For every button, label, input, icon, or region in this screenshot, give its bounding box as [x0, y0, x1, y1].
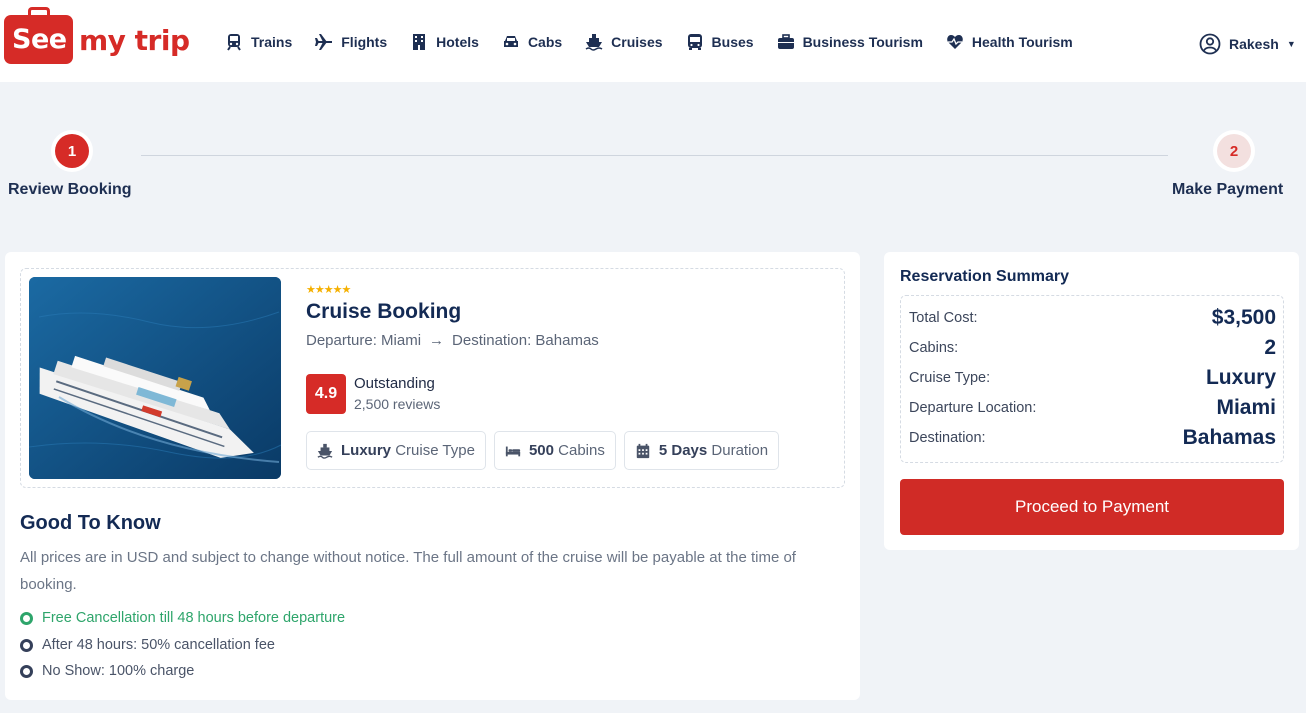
briefcase-icon — [777, 34, 794, 49]
booking-card: ★★★★★ Cruise Booking Departure: Miami → … — [5, 252, 860, 700]
bed-icon — [505, 446, 521, 456]
hotel-icon — [413, 34, 426, 50]
chevron-down-icon: ▼ — [1286, 39, 1296, 49]
star-rating: ★★★★★ — [306, 284, 351, 296]
route: Departure: Miami → Destination: Bahamas — [306, 332, 599, 349]
nav-label: Hotels — [436, 34, 479, 50]
nav-item-buses[interactable]: Buses — [686, 33, 754, 51]
nav-label: Flights — [341, 34, 388, 50]
good-to-know-text: All prices are in USD and subject to cha… — [20, 549, 796, 593]
car-icon — [503, 36, 518, 47]
summary-title: Reservation Summary — [900, 268, 1069, 285]
nav-item-trains[interactable]: Trains — [225, 33, 292, 51]
policy-text: No Show: 100% charge — [42, 663, 195, 679]
logo[interactable]: See my trip — [4, 7, 190, 67]
main-nav: Trains Flights Hotels Cabs Cruises Buses… — [225, 33, 1096, 51]
nav-item-business-tourism[interactable]: Business Tourism — [777, 33, 923, 51]
heart-pulse-icon — [947, 35, 963, 49]
rating-badge: 4.9 — [306, 374, 346, 414]
summary-row-departure: Departure Location: Miami — [909, 396, 1276, 420]
bus-icon — [687, 34, 702, 50]
user-name: Rakesh — [1229, 36, 1279, 52]
nav-label: Cabs — [527, 34, 563, 50]
booking-title: Cruise Booking — [306, 300, 462, 323]
summary-label: Cruise Type: — [909, 370, 991, 386]
summary-label: Total Cost: — [909, 310, 978, 326]
policy-text: Free Cancellation till 48 hours before d… — [42, 610, 346, 626]
good-to-know-title: Good To Know — [20, 512, 161, 534]
summary-value: Bahamas — [1182, 426, 1276, 449]
nav-item-flights[interactable]: Flights — [315, 33, 387, 51]
nav-label: Buses — [711, 34, 754, 50]
summary-details: Total Cost: $3,500 Cabins: 2 Cruise Type… — [900, 295, 1284, 463]
logo-see-text: See — [12, 24, 67, 55]
summary-value: Miami — [1216, 396, 1276, 419]
feature-chip-cabins: 500 Cabins — [493, 431, 616, 470]
review-count: 2,500 reviews — [354, 396, 441, 412]
feature-label: Cruise Type — [395, 442, 475, 459]
check-dot-icon — [20, 611, 33, 625]
summary-row-destination: Destination: Bahamas — [909, 426, 1276, 450]
feature-chip-cruise-type: Luxury Cruise Type — [306, 431, 486, 470]
train-icon — [227, 34, 241, 51]
step-2-label: Make Payment — [1172, 181, 1284, 198]
booking-details: ★★★★★ Cruise Booking Departure: Miami → … — [20, 268, 845, 488]
summary-value: $3,500 — [1211, 306, 1276, 329]
policy-text: After 48 hours: 50% cancellation fee — [42, 637, 275, 653]
policy-item: Free Cancellation till 48 hours before d… — [20, 610, 345, 626]
plane-icon — [315, 34, 333, 50]
proceed-to-payment-button[interactable]: Proceed to Payment — [900, 479, 1284, 535]
user-icon — [1199, 33, 1221, 55]
nav-item-cruises[interactable]: Cruises — [585, 33, 663, 51]
stepper-line — [141, 155, 1168, 156]
bullet-dot-icon — [20, 664, 33, 678]
feature-chip-duration: 5 Days Duration — [623, 431, 780, 470]
booking-features: Luxury Cruise Type 500 Cabins 5 Days Dur… — [306, 431, 780, 470]
cruise-ship-image — [29, 277, 281, 479]
reservation-summary-card: Reservation Summary Total Cost: $3,500 C… — [884, 252, 1299, 550]
summary-row-cruise-type: Cruise Type: Luxury — [909, 366, 1276, 390]
summary-label: Departure Location: — [909, 400, 1037, 416]
summary-row-cabins: Cabins: 2 — [909, 336, 1276, 360]
summary-row-total-cost: Total Cost: $3,500 — [909, 306, 1276, 330]
nav-label: Business Tourism — [802, 34, 923, 50]
nav-item-health-tourism[interactable]: Health Tourism — [946, 33, 1073, 51]
nav-label: Cruises — [611, 34, 663, 50]
summary-value: 2 — [1264, 336, 1276, 359]
ship-icon — [317, 443, 333, 459]
nav-item-cabs[interactable]: Cabs — [502, 33, 562, 51]
step-1-label: Review Booking — [8, 181, 132, 198]
logo-mytrip-text: my trip — [79, 24, 190, 57]
policy-item: No Show: 100% charge — [20, 663, 194, 679]
summary-value: Luxury — [1205, 366, 1276, 389]
step-2-circle: 2 — [1217, 134, 1251, 168]
nav-label: Health Tourism — [971, 34, 1073, 50]
feature-value: Luxury — [341, 442, 392, 459]
summary-label: Destination: — [909, 430, 986, 446]
user-menu[interactable]: Rakesh ▼ — [1199, 33, 1296, 55]
bullet-dot-icon — [20, 638, 33, 652]
feature-label: Duration — [711, 442, 769, 459]
arrow-right-icon: → — [429, 332, 445, 349]
destination-text: Destination: Bahamas — [452, 332, 599, 349]
feature-label: Cabins — [558, 442, 605, 459]
ship-icon — [585, 34, 603, 51]
nav-label: Trains — [251, 34, 293, 50]
rating-label: Outstanding — [354, 375, 435, 392]
step-1-circle: 1 — [55, 134, 89, 168]
header: See my trip Trains Flights Hotels Cabs C… — [0, 0, 1306, 82]
calendar-icon — [636, 443, 650, 458]
feature-value: 5 Days — [658, 442, 708, 459]
nav-item-hotels[interactable]: Hotels — [410, 33, 479, 51]
policy-item: After 48 hours: 50% cancellation fee — [20, 637, 275, 653]
summary-label: Cabins: — [909, 340, 959, 356]
feature-value: 500 — [528, 442, 554, 459]
departure-text: Departure: Miami — [306, 332, 422, 349]
